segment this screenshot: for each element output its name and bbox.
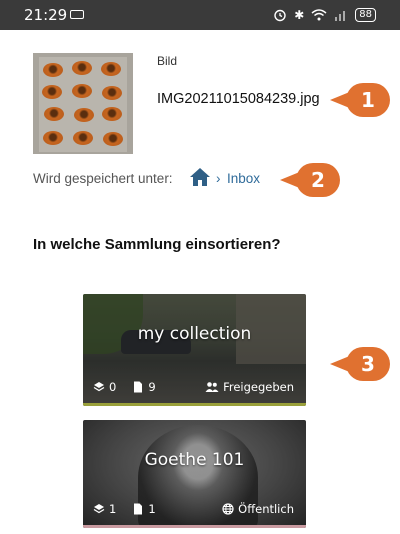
collection-card-goethe-101[interactable]: Goethe 101 1 1 Öffentlich <box>83 420 306 528</box>
bluetooth-icon: ✱ <box>294 8 305 22</box>
home-icon[interactable] <box>189 167 211 187</box>
document-icon <box>134 381 143 393</box>
annotation-badge-3: 3 <box>330 347 390 381</box>
annotation-badge-2: 2 <box>280 163 340 197</box>
visibility-label: Freigegeben <box>223 380 294 394</box>
document-count: 1 <box>148 502 156 516</box>
collection-title: my collection <box>137 324 252 344</box>
save-location-label: Wird gespeichert unter: <box>33 171 173 186</box>
layers-icon <box>93 504 105 514</box>
visibility-label: Öffentlich <box>238 502 294 516</box>
alarm-icon <box>274 9 286 22</box>
subcollection-count: 1 <box>109 502 117 516</box>
status-time: 21:29 <box>24 6 68 24</box>
signal-icon <box>335 11 346 21</box>
file-kind-label: Bild <box>157 54 178 68</box>
annotation-badge-1: 1 <box>330 83 390 117</box>
collection-question: In welche Sammlung einsortieren? <box>33 236 281 253</box>
wifi-icon <box>311 9 327 21</box>
status-bar: 21:29 ✱ 88 <box>0 0 400 30</box>
subcollection-count: 0 <box>109 380 117 394</box>
status-icons: ✱ 88 <box>273 7 376 23</box>
people-icon <box>205 382 219 392</box>
collection-visibility: Freigegeben <box>205 380 294 394</box>
globe-icon <box>222 503 234 515</box>
layers-icon <box>93 382 105 392</box>
collection-card-my-collection[interactable]: my collection 0 9 Freigegeben <box>83 294 306 406</box>
document-icon <box>134 503 143 515</box>
battery-icon: 88 <box>355 8 376 22</box>
file-thumbnail <box>33 53 133 154</box>
breadcrumb-inbox-link[interactable]: Inbox <box>227 171 260 186</box>
file-name: IMG20211015084239.jpg <box>157 91 320 107</box>
notification-icon <box>70 10 84 19</box>
breadcrumb-separator: › <box>216 171 221 186</box>
collection-visibility: Öffentlich <box>222 502 294 516</box>
collection-stats: 1 1 <box>93 502 156 516</box>
document-count: 9 <box>148 380 156 394</box>
collection-stats: 0 9 <box>93 380 156 394</box>
collection-title: Goethe 101 <box>144 450 245 470</box>
